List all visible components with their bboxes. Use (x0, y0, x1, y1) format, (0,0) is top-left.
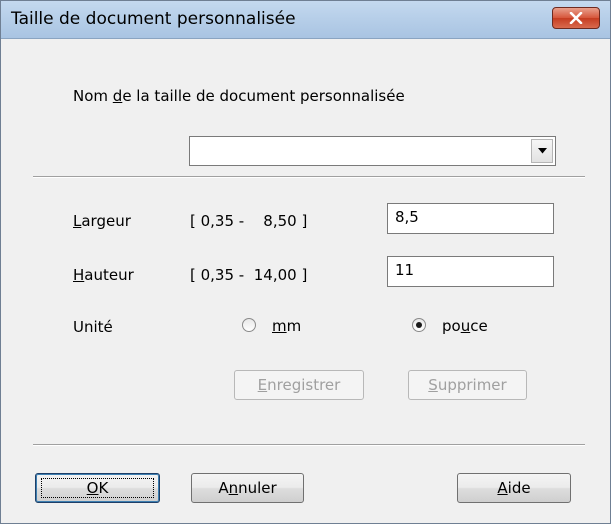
radio-selected-dot (416, 322, 422, 328)
close-icon (569, 12, 583, 24)
label-text: argeur (81, 212, 131, 230)
separator (33, 176, 585, 178)
cancel-button[interactable]: An nuler (191, 473, 304, 503)
button-mnemonic: S (428, 376, 438, 394)
unit-option-mm[interactable]: mm (242, 315, 322, 337)
radio-mm[interactable] (242, 318, 256, 332)
height-input[interactable]: 11 (387, 256, 554, 287)
save-button[interactable]: Enregistrer (234, 370, 364, 400)
label-text: po (442, 317, 461, 335)
label-text: ce (470, 317, 488, 335)
unit-option-label: pouce (442, 317, 488, 335)
title-bar[interactable]: Taille de document personnalisée (1, 1, 610, 39)
button-label: nregistrer (267, 376, 341, 394)
button-label: upprimer (437, 376, 507, 394)
radio-pouce[interactable] (412, 318, 426, 332)
separator (33, 444, 585, 446)
label-text: Nom (73, 87, 113, 105)
custom-size-name-label: Nom de la taille de document personnalis… (73, 87, 405, 105)
delete-button[interactable]: Supprimer (408, 370, 527, 400)
button-label: nuler (238, 479, 277, 497)
label-text: e la taille de document personnalisée (122, 87, 405, 105)
label-mnemonic: m (272, 317, 287, 335)
close-button[interactable] (552, 7, 600, 29)
label-mnemonic: H (73, 266, 85, 284)
label-text: m (286, 317, 302, 335)
ok-button[interactable]: OK (35, 473, 160, 503)
dropdown-button[interactable] (531, 139, 553, 163)
button-label: ide (507, 479, 531, 497)
window-title: Taille de document personnalisée (11, 9, 296, 29)
button-label: A (218, 479, 229, 497)
focus-indicator (41, 478, 154, 498)
label-text: auteur (84, 266, 134, 284)
width-input[interactable]: 8,5 (387, 203, 554, 234)
label-mnemonic: u (460, 317, 471, 335)
button-mnemonic: E (257, 376, 268, 394)
help-button[interactable]: Aide (457, 473, 571, 503)
dialog-window: Taille de document personnalisée Nom de … (0, 0, 611, 524)
unit-option-pouce[interactable]: pouce (412, 315, 512, 337)
chevron-down-icon (537, 148, 547, 154)
button-mnemonic: A (497, 479, 508, 497)
label-mnemonic: d (112, 87, 123, 105)
height-label: Hauteur (73, 266, 134, 284)
height-range-label: [ 0,35 - 14,00 ] (190, 266, 308, 284)
button-mnemonic: n (228, 479, 239, 497)
unit-label: Unité (73, 318, 113, 336)
unit-option-label: mm (272, 317, 301, 335)
width-range-label: [ 0,35 - 8,50 ] (190, 212, 308, 230)
custom-size-name-combobox[interactable] (189, 136, 556, 166)
width-label: Largeur (73, 212, 131, 230)
